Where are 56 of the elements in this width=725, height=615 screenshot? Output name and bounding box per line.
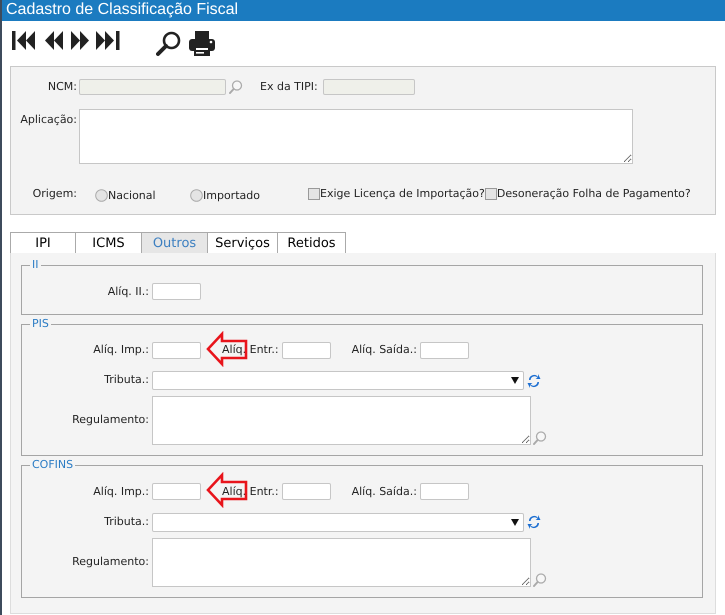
tab[interactable]: Retidos	[277, 232, 346, 253]
field-label: Regulamento:	[71, 554, 150, 570]
field-label: Alíq. Imp.:	[92, 484, 150, 500]
field-label: Ex da TIPI:	[260, 79, 318, 95]
search-icon[interactable]	[229, 80, 243, 94]
rate-field[interactable]	[282, 342, 331, 358]
previous-record-button[interactable]	[44, 31, 64, 50]
field-label: Tributa.:	[103, 372, 150, 388]
field-label: Tributa.:	[103, 514, 150, 530]
search-icon	[156, 31, 182, 57]
next-record-icon	[70, 31, 90, 50]
ex-tipi-field[interactable]	[322, 79, 415, 96]
field-label: NCM:	[46, 79, 78, 95]
window-title: Cadastro de Classificação Fiscal	[2, 0, 725, 21]
previous-record-icon	[44, 31, 64, 50]
search-icon[interactable]	[533, 431, 547, 445]
aplicacao-field[interactable]	[79, 108, 633, 164]
next-record-button[interactable]	[70, 31, 90, 50]
field-label: Alíq. II.:	[106, 284, 150, 300]
last-record-icon	[96, 31, 122, 50]
radio-button[interactable]	[190, 189, 203, 202]
rate-field[interactable]	[152, 483, 201, 500]
rate-field[interactable]	[152, 283, 201, 300]
last-record-button[interactable]	[96, 31, 122, 50]
field-label: Alíq. Saída.:	[352, 342, 417, 358]
print-icon	[188, 31, 216, 57]
field-label: Alíq. Saída.:	[352, 484, 417, 500]
radio-button[interactable]	[95, 189, 108, 202]
refresh-icon[interactable]	[527, 372, 541, 388]
first-record-button[interactable]	[12, 31, 38, 50]
section-legend: PIS	[30, 316, 51, 330]
tab[interactable]: IPI	[10, 232, 76, 253]
field-label: Origem:	[32, 186, 78, 202]
checkbox-option[interactable]: Desoneração Folha de Pagamento?	[484, 186, 691, 202]
field-label: Alíq. Imp.:	[92, 342, 150, 358]
search-button[interactable]	[156, 31, 182, 57]
radio-option[interactable]: Nacional	[95, 188, 190, 204]
regulamento-field[interactable]	[152, 396, 531, 445]
rate-field[interactable]	[420, 483, 469, 500]
search-icon[interactable]	[533, 572, 547, 586]
rate-field[interactable]	[420, 342, 469, 358]
caret-icon	[511, 377, 519, 384]
checkbox[interactable]	[308, 188, 320, 200]
radio-option[interactable]: Importado	[190, 188, 308, 204]
print-button[interactable]	[188, 31, 216, 57]
rate-field[interactable]	[152, 342, 201, 358]
rate-field[interactable]	[282, 483, 331, 500]
refresh-icon[interactable]	[527, 514, 541, 530]
checkbox-option[interactable]: Exige Licença de Importação?	[308, 186, 485, 202]
regulamento-field[interactable]	[152, 538, 531, 586]
ncm-field[interactable]	[79, 79, 226, 96]
first-record-icon	[12, 31, 38, 50]
field-label: Regulamento:	[71, 412, 150, 428]
caret-icon	[511, 518, 519, 526]
checkbox[interactable]	[484, 188, 497, 200]
field-label: Aplicação:	[19, 112, 78, 128]
